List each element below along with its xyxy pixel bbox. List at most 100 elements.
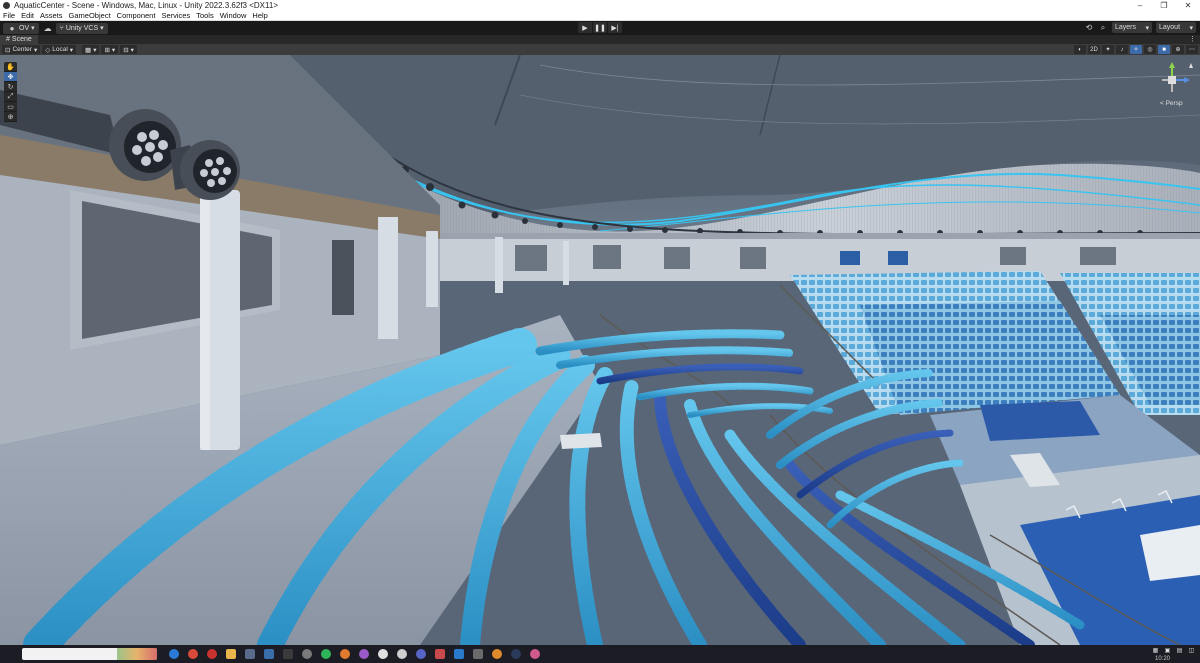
vcs-icon: ⑂ bbox=[59, 24, 64, 32]
title-bar: AquaticCenter - Scene - Windows, Mac, Li… bbox=[0, 0, 1200, 11]
menu-services[interactable]: Services bbox=[158, 11, 193, 20]
snap-icon: ⊞ bbox=[104, 46, 110, 54]
history-icon[interactable]: ⟲ bbox=[1084, 23, 1094, 33]
grid-dropdown[interactable]: ▦ ▾ bbox=[82, 45, 100, 54]
app-notes-icon[interactable] bbox=[435, 649, 445, 659]
chevron-down-icon: ▾ bbox=[33, 46, 38, 54]
account-dropdown[interactable]: ● OV ▾ bbox=[3, 22, 39, 34]
app-spotify-icon[interactable] bbox=[321, 649, 331, 659]
app-folder-icon[interactable] bbox=[226, 649, 236, 659]
main-toolbar: ● OV ▾ ☁ ⑂ Unity VCS ▾ ▶ ❚❚ ▶| ⟲ ⌕ Layer… bbox=[0, 21, 1200, 35]
transform-tool-icon[interactable]: ⊕ bbox=[4, 112, 17, 122]
notification-icon[interactable]: ◫ bbox=[1187, 646, 1196, 654]
space-dropdown[interactable]: ◇ Local ▾ bbox=[42, 45, 77, 54]
gizmos-icon[interactable]: ⊕ bbox=[1172, 45, 1184, 54]
snap-dropdown[interactable]: ⊞ ▾ bbox=[101, 45, 119, 54]
increment-snap-dropdown[interactable]: ⊟ ▾ bbox=[120, 45, 137, 54]
app-edge-icon[interactable] bbox=[169, 649, 179, 659]
pause-icon[interactable]: ❚❚ bbox=[593, 22, 607, 33]
app-settings-icon[interactable] bbox=[302, 649, 312, 659]
hidden-objects-icon[interactable]: ◎ bbox=[1144, 45, 1156, 54]
taskbar-search-box[interactable] bbox=[22, 648, 157, 660]
app-paint-icon[interactable] bbox=[530, 649, 540, 659]
taskbar-clock[interactable]: 10:20 bbox=[1155, 656, 1170, 662]
tab-menu-icon[interactable]: ⋮ bbox=[1189, 35, 1196, 43]
layers-dropdown[interactable]: Layers ▾ bbox=[1112, 22, 1152, 33]
app-unity-icon[interactable] bbox=[397, 649, 407, 659]
unity-logo-icon bbox=[3, 2, 10, 9]
network-icon[interactable]: ▦ bbox=[1151, 646, 1160, 654]
scene-render bbox=[0, 55, 1200, 645]
hand-tool-icon[interactable]: ✋ bbox=[4, 62, 17, 72]
projection-toggle[interactable]: < Persp bbox=[1160, 100, 1183, 107]
battery-icon[interactable]: ▤ bbox=[1175, 646, 1184, 654]
app-steam-icon[interactable] bbox=[511, 649, 521, 659]
taskbar-apps bbox=[169, 649, 540, 659]
play-controls: ▶ ❚❚ ▶| bbox=[578, 22, 622, 33]
close-button[interactable]: ✕ bbox=[1176, 0, 1200, 11]
app-mail-icon[interactable] bbox=[245, 649, 255, 659]
mode-2d-button[interactable]: 2D bbox=[1088, 45, 1100, 54]
audio-icon[interactable]: ♪ bbox=[1116, 45, 1128, 54]
search-highlight-image bbox=[117, 648, 157, 660]
tab-scene[interactable]: # Scene bbox=[0, 35, 38, 44]
app-photos-icon[interactable] bbox=[359, 649, 369, 659]
effects-icon[interactable]: ✧ bbox=[1130, 45, 1142, 54]
axis-gizmo-icon bbox=[1162, 62, 1193, 92]
menu-edit[interactable]: Edit bbox=[18, 11, 37, 20]
pivot-icon: ⊡ bbox=[5, 46, 11, 54]
lighting-icon[interactable]: ✦ bbox=[1102, 45, 1114, 54]
scene-toolbar: ⊡ Center ▾ ◇ Local ▾ ▦ ▾ ⊞ ▾ ⊟ ▾ ◐ 2D ✦ … bbox=[0, 44, 1200, 55]
pivot-dropdown[interactable]: ⊡ Center ▾ bbox=[2, 45, 41, 54]
layers-label: Layers bbox=[1115, 24, 1137, 31]
app-opera-icon[interactable] bbox=[207, 649, 217, 659]
scene-tab-label: Scene bbox=[11, 36, 32, 43]
app-chrome-icon[interactable] bbox=[188, 649, 198, 659]
scale-tool-icon[interactable]: ⤢ bbox=[4, 92, 17, 102]
chevron-down-icon: ▾ bbox=[111, 46, 116, 54]
rotate-tool-icon[interactable]: ↻ bbox=[4, 82, 17, 92]
menu-bar: File Edit Assets GameObject Component Se… bbox=[0, 11, 1200, 21]
scene-viewport[interactable] bbox=[0, 55, 1200, 645]
vcs-dropdown[interactable]: ⑂ Unity VCS ▾ bbox=[55, 22, 108, 34]
menu-help[interactable]: Help bbox=[249, 11, 270, 20]
camera-icon[interactable]: ■ bbox=[1158, 45, 1170, 54]
account-icon: ● bbox=[9, 23, 15, 33]
app-blender-icon[interactable] bbox=[492, 649, 502, 659]
menu-window[interactable]: Window bbox=[217, 11, 250, 20]
layout-label: Layout bbox=[1159, 24, 1181, 31]
chevron-down-icon: ▾ bbox=[69, 46, 74, 54]
chevron-down-icon: ▾ bbox=[93, 46, 97, 54]
menu-component[interactable]: Component bbox=[114, 11, 159, 20]
search-icon[interactable]: ⌕ bbox=[1098, 23, 1108, 33]
overlay-menu-icon[interactable]: ⋯ bbox=[1186, 45, 1198, 54]
draw-mode-icon[interactable]: ◐ bbox=[1074, 45, 1086, 54]
app-discord-icon[interactable] bbox=[416, 649, 426, 659]
app-unity-hub-icon[interactable] bbox=[378, 649, 388, 659]
system-tray: ▦ ▣ ▤ ◫ bbox=[1151, 646, 1196, 654]
play-icon[interactable]: ▶ bbox=[578, 22, 592, 33]
menu-tools[interactable]: Tools bbox=[193, 11, 217, 20]
menu-gameobject[interactable]: GameObject bbox=[66, 11, 114, 20]
app-firefox-icon[interactable] bbox=[340, 649, 350, 659]
app-store-icon[interactable] bbox=[264, 649, 274, 659]
maximize-button[interactable]: ❐ bbox=[1152, 0, 1176, 11]
layout-dropdown[interactable]: Layout ▾ bbox=[1156, 22, 1196, 33]
step-icon[interactable]: ▶| bbox=[608, 22, 622, 33]
app-calc-icon[interactable] bbox=[473, 649, 483, 659]
scene-tab-icon: # bbox=[6, 36, 10, 43]
chevron-down-icon: ▾ bbox=[1189, 24, 1193, 32]
minimize-button[interactable]: – bbox=[1128, 0, 1152, 11]
move-tool-icon[interactable]: ✥ bbox=[4, 72, 17, 82]
menu-assets[interactable]: Assets bbox=[37, 11, 66, 20]
menu-file[interactable]: File bbox=[0, 11, 18, 20]
chevron-down-icon: ▾ bbox=[1145, 24, 1149, 32]
app-code-icon[interactable] bbox=[454, 649, 464, 659]
cloud-icon[interactable]: ☁ bbox=[43, 23, 53, 33]
rect-tool-icon[interactable]: ▭ bbox=[4, 102, 17, 112]
chevron-down-icon: ▾ bbox=[100, 25, 104, 32]
app-terminal-icon[interactable] bbox=[283, 649, 293, 659]
scene-tools-overlay: ✋ ✥ ↻ ⤢ ▭ ⊕ bbox=[4, 62, 17, 122]
volume-icon[interactable]: ▣ bbox=[1163, 646, 1172, 654]
space-icon: ◇ bbox=[45, 46, 51, 54]
